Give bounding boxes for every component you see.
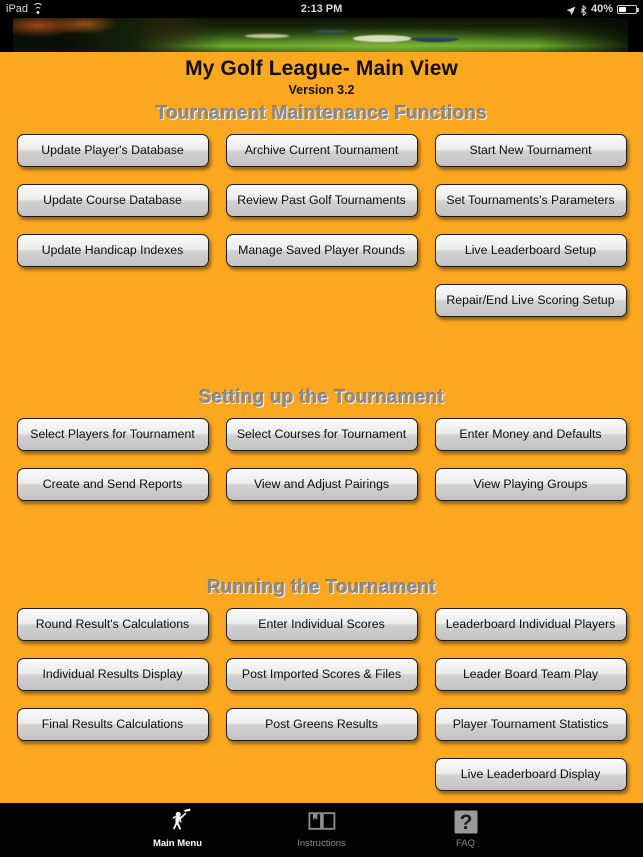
- battery-percent: 40%: [590, 3, 613, 15]
- button-leader-board-team-play[interactable]: Leader Board Team Play: [434, 658, 627, 691]
- main-panel: My Golf League- Main View Version 3.2 To…: [0, 52, 643, 803]
- button-view-and-adjust-pairings[interactable]: View and Adjust Pairings: [225, 468, 418, 501]
- tab-instructions[interactable]: Instructions: [276, 807, 368, 849]
- button-repair-end-live-scoring-setup[interactable]: Repair/End Live Scoring Setup: [434, 284, 627, 317]
- button-player-tournament-statistics[interactable]: Player Tournament Statistics: [434, 708, 627, 741]
- app-root: iPad 2:13 PM 40% My Golf League- Main Vi…: [0, 0, 643, 857]
- button-enter-individual-scores[interactable]: Enter Individual Scores: [225, 608, 418, 641]
- button-row: Repair/End Live Scoring Setup: [0, 284, 643, 317]
- button-live-leaderboard-display[interactable]: Live Leaderboard Display: [434, 758, 627, 791]
- button-row: Round Result's Calculations Enter Individ…: [0, 608, 643, 641]
- section-1-button-grid: Update Player's Database Archive Current …: [0, 134, 643, 317]
- button-live-leaderboard-setup[interactable]: Live Leaderboard Setup: [434, 234, 627, 267]
- sections-host: Tournament Maintenance Functions Update P…: [0, 103, 643, 791]
- location-arrow-icon: [566, 4, 576, 16]
- battery-icon: [617, 4, 639, 14]
- button-set-tournaments-s-parameters[interactable]: Set Tournaments's Parameters: [434, 184, 627, 217]
- tab-main-menu[interactable]: Main Menu: [132, 807, 224, 849]
- button-row: Live Leaderboard Display: [0, 758, 643, 791]
- svg-text:?: ?: [459, 811, 472, 834]
- button-view-playing-groups[interactable]: View Playing Groups: [434, 468, 627, 501]
- golfer-swing-icon: [165, 807, 191, 837]
- open-book-icon: [307, 807, 336, 837]
- button-round-result-s-calculations[interactable]: Round Result's Calculations: [16, 608, 209, 641]
- bluetooth-icon: [580, 4, 587, 16]
- tab-faq[interactable]: ? FAQ: [420, 807, 512, 849]
- tab-label-main-menu: Main Menu: [152, 838, 203, 849]
- button-start-new-tournament[interactable]: Start New Tournament: [434, 134, 627, 167]
- banner-container: [0, 18, 643, 52]
- section-title-3: Running the Tournament: [207, 577, 436, 598]
- button-post-imported-scores-files[interactable]: Post Imported Scores & Files: [225, 658, 418, 691]
- section-3-button-grid: Round Result's Calculations Enter Individ…: [0, 608, 643, 791]
- button-row: Individual Results Display Post Imported …: [0, 658, 643, 691]
- button-post-greens-results[interactable]: Post Greens Results: [225, 708, 418, 741]
- section-title-2: Setting up the Tournament: [198, 387, 445, 408]
- page-title: My Golf League- Main View: [185, 57, 458, 80]
- button-update-course-database[interactable]: Update Course Database: [16, 184, 209, 217]
- button-row: Create and Send Reports View and Adjust P…: [0, 468, 643, 501]
- button-row: Select Players for Tournament Select Cour…: [0, 418, 643, 451]
- tab-label-faq: FAQ: [455, 838, 475, 849]
- section-2-button-grid: Select Players for Tournament Select Cour…: [0, 418, 643, 501]
- button-update-handicap-indexes[interactable]: Update Handicap Indexes: [16, 234, 209, 267]
- button-create-and-send-reports[interactable]: Create and Send Reports: [16, 468, 209, 501]
- tab-label-instructions: Instructions: [297, 838, 346, 849]
- button-select-courses-for-tournament[interactable]: Select Courses for Tournament: [225, 418, 418, 451]
- button-row: Update Player's Database Archive Current …: [0, 134, 643, 167]
- tab-bar: Main Menu Instructions ? FAQ: [0, 803, 643, 857]
- question-mark-icon: ?: [453, 807, 479, 837]
- button-review-past-golf-tournaments[interactable]: Review Past Golf Tournaments: [225, 184, 418, 217]
- section-title-1: Tournament Maintenance Functions: [155, 103, 488, 124]
- button-manage-saved-player-rounds[interactable]: Manage Saved Player Rounds: [225, 234, 418, 267]
- status-bar-right: 40%: [566, 0, 639, 18]
- button-leaderboard-individual-players[interactable]: Leaderboard Individual Players: [434, 608, 627, 641]
- button-individual-results-display[interactable]: Individual Results Display: [16, 658, 209, 691]
- status-bar: iPad 2:13 PM 40%: [0, 0, 643, 18]
- button-select-players-for-tournament[interactable]: Select Players for Tournament: [16, 418, 209, 451]
- button-final-results-calculations[interactable]: Final Results Calculations: [16, 708, 209, 741]
- button-update-player-s-database[interactable]: Update Player's Database: [16, 134, 209, 167]
- button-row: Final Results Calculations Post Greens Re…: [0, 708, 643, 741]
- button-archive-current-tournament[interactable]: Archive Current Tournament: [225, 134, 418, 167]
- button-row: Update Handicap Indexes Manage Saved Play…: [0, 234, 643, 267]
- version-label: Version 3.2: [288, 83, 355, 97]
- button-row: Update Course Database Review Past Golf T…: [0, 184, 643, 217]
- button-enter-money-and-defaults[interactable]: Enter Money and Defaults: [434, 418, 627, 451]
- golf-course-banner-image: [13, 18, 628, 52]
- status-bar-clock: 2:13 PM: [300, 3, 343, 15]
